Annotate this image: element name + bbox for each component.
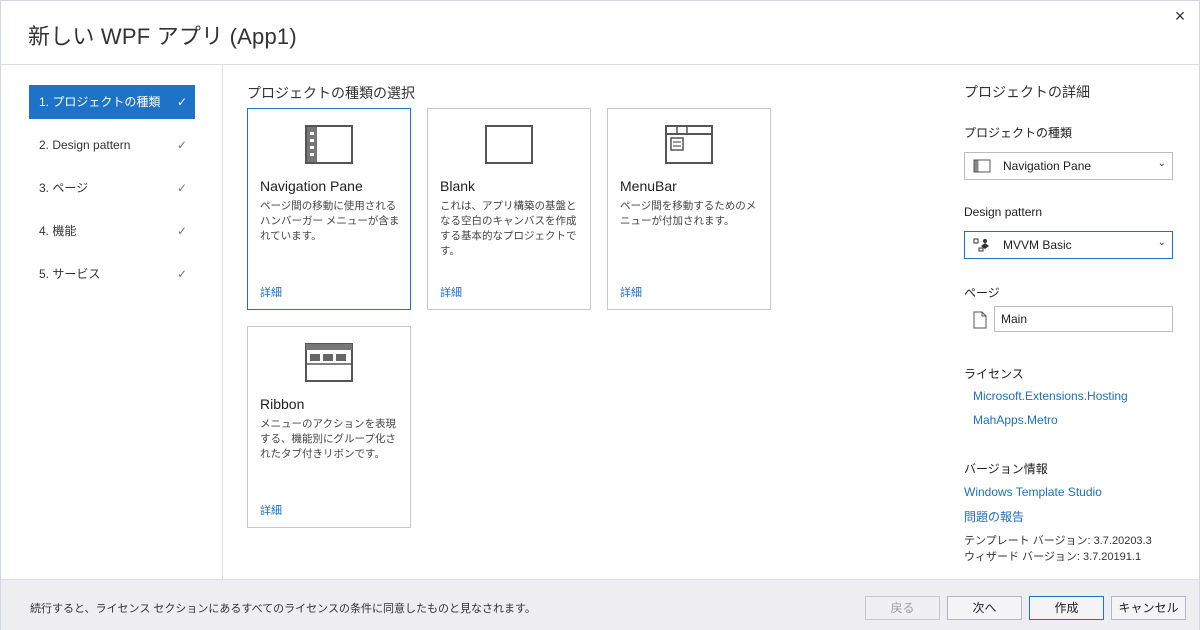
report-issue-link[interactable]: 問題の報告 xyxy=(964,508,1024,525)
check-icon: ✓ xyxy=(176,267,187,281)
project-type-selection: プロジェクトの種類の選択 Navigation Pane ページ間の移動に使用さ… xyxy=(224,65,948,579)
step-label: 3. ページ xyxy=(39,181,89,195)
check-icon: ✓ xyxy=(176,181,187,195)
step-project-type[interactable]: 1. プロジェクトの種類 ✓ xyxy=(29,85,195,119)
navigation-pane-icon xyxy=(305,125,353,164)
wizard-window: 新しい WPF アプリ (App1) × 1. プロジェクトの種類 ✓ 2. D… xyxy=(0,0,1200,630)
card-description: ページ間を移動するためのメニューが付加されます。 xyxy=(620,200,757,227)
project-details-panel: プロジェクトの詳細 プロジェクトの種類 Navigation Pane ⌄ De… xyxy=(949,65,1199,579)
card-title: Ribbon xyxy=(260,396,305,412)
template-version: テンプレート バージョン: 3.7.20203.3 xyxy=(964,535,1152,547)
check-icon: ✓ xyxy=(176,95,187,109)
card-title: Navigation Pane xyxy=(260,178,363,194)
step-pages[interactable]: 3. ページ ✓ xyxy=(29,171,195,205)
next-button[interactable]: 次へ xyxy=(947,596,1022,620)
check-icon: ✓ xyxy=(176,138,187,152)
blank-icon xyxy=(485,125,533,164)
details-link[interactable]: 詳細 xyxy=(620,284,642,300)
details-link[interactable]: 詳細 xyxy=(260,502,282,518)
check-icon: ✓ xyxy=(176,224,187,238)
card-blank[interactable]: Blank これは、アプリ構築の基盤となる空白のキャンバスを作成する基本的なプロ… xyxy=(427,108,591,310)
navigation-pane-icon xyxy=(973,159,991,173)
step-label: 1. プロジェクトの種類 xyxy=(39,95,161,109)
title-bar: 新しい WPF アプリ (App1) × xyxy=(1,1,1199,65)
menubar-icon xyxy=(665,125,713,164)
step-features[interactable]: 4. 機能 ✓ xyxy=(29,214,195,248)
card-menubar[interactable]: MenuBar ページ間を移動するためのメニューが付加されます。 詳細 xyxy=(607,108,771,310)
card-description: これは、アプリ構築の基盤となる空白のキャンバスを作成する基本的なプロジェクトです… xyxy=(440,200,577,257)
dropdown-value: Navigation Pane xyxy=(1003,159,1092,173)
card-navigation-pane[interactable]: Navigation Pane ページ間の移動に使用されるハンバーガー メニュー… xyxy=(247,108,411,310)
details-link[interactable]: 詳細 xyxy=(440,284,462,300)
step-label: 4. 機能 xyxy=(39,224,77,238)
wts-link[interactable]: Windows Template Studio xyxy=(964,485,1102,499)
license-label: ライセンス xyxy=(964,367,1024,381)
page-name-input[interactable] xyxy=(994,306,1173,332)
footer-bar: 続行すると、ライセンス セクションにあるすべてのライセンスの条件に同意したものと… xyxy=(1,579,1199,630)
step-label: 2. Design pattern xyxy=(39,138,131,152)
license-link-mahapps[interactable]: MahApps.Metro xyxy=(973,413,1058,427)
create-button[interactable]: 作成 xyxy=(1029,596,1104,620)
step-services[interactable]: 5. サービス ✓ xyxy=(29,257,195,291)
license-notice: 続行すると、ライセンス セクションにあるすべてのライセンスの条件に同意したものと… xyxy=(30,603,536,615)
details-title: プロジェクトの詳細 xyxy=(964,84,1090,100)
license-link-hosting[interactable]: Microsoft.Extensions.Hosting xyxy=(973,389,1128,403)
chevron-down-icon: ⌄ xyxy=(1157,237,1166,248)
window-title: 新しい WPF アプリ (App1) xyxy=(28,24,297,49)
project-type-label: プロジェクトの種類 xyxy=(964,126,1073,140)
page-icon xyxy=(973,311,987,329)
steps-nav: 1. プロジェクトの種類 ✓ 2. Design pattern ✓ 3. ペー… xyxy=(1,65,223,579)
dropdown-value: MVVM Basic xyxy=(1003,238,1072,252)
close-icon[interactable]: × xyxy=(1169,5,1191,27)
design-pattern-dropdown[interactable]: MVVM Basic ⌄ xyxy=(964,231,1173,259)
step-label: 5. サービス xyxy=(39,267,101,281)
version-label: バージョン情報 xyxy=(964,462,1048,476)
section-title: プロジェクトの種類の選択 xyxy=(247,85,415,101)
card-title: MenuBar xyxy=(620,178,677,194)
card-description: メニューのアクションを表現する、機能別にグループ化されたタブ付きリボンです。 xyxy=(260,418,396,460)
details-link[interactable]: 詳細 xyxy=(260,284,282,300)
design-pattern-label: Design pattern xyxy=(964,205,1043,219)
project-type-dropdown[interactable]: Navigation Pane ⌄ xyxy=(964,152,1173,180)
card-ribbon[interactable]: Ribbon メニューのアクションを表現する、機能別にグループ化されたタブ付きリ… xyxy=(247,326,411,528)
card-title: Blank xyxy=(440,178,476,194)
cancel-button[interactable]: キャンセル xyxy=(1111,596,1186,620)
mvvm-icon xyxy=(973,238,989,252)
step-design-pattern[interactable]: 2. Design pattern ✓ xyxy=(29,128,195,162)
page-label: ページ xyxy=(964,286,1000,300)
back-button[interactable]: 戻る xyxy=(865,596,940,620)
card-description: ページ間の移動に使用されるハンバーガー メニューが含まれています。 xyxy=(260,200,400,242)
wizard-version: ウィザード バージョン: 3.7.20191.1 xyxy=(964,551,1142,563)
chevron-down-icon: ⌄ xyxy=(1157,158,1166,169)
ribbon-icon xyxy=(305,343,353,382)
